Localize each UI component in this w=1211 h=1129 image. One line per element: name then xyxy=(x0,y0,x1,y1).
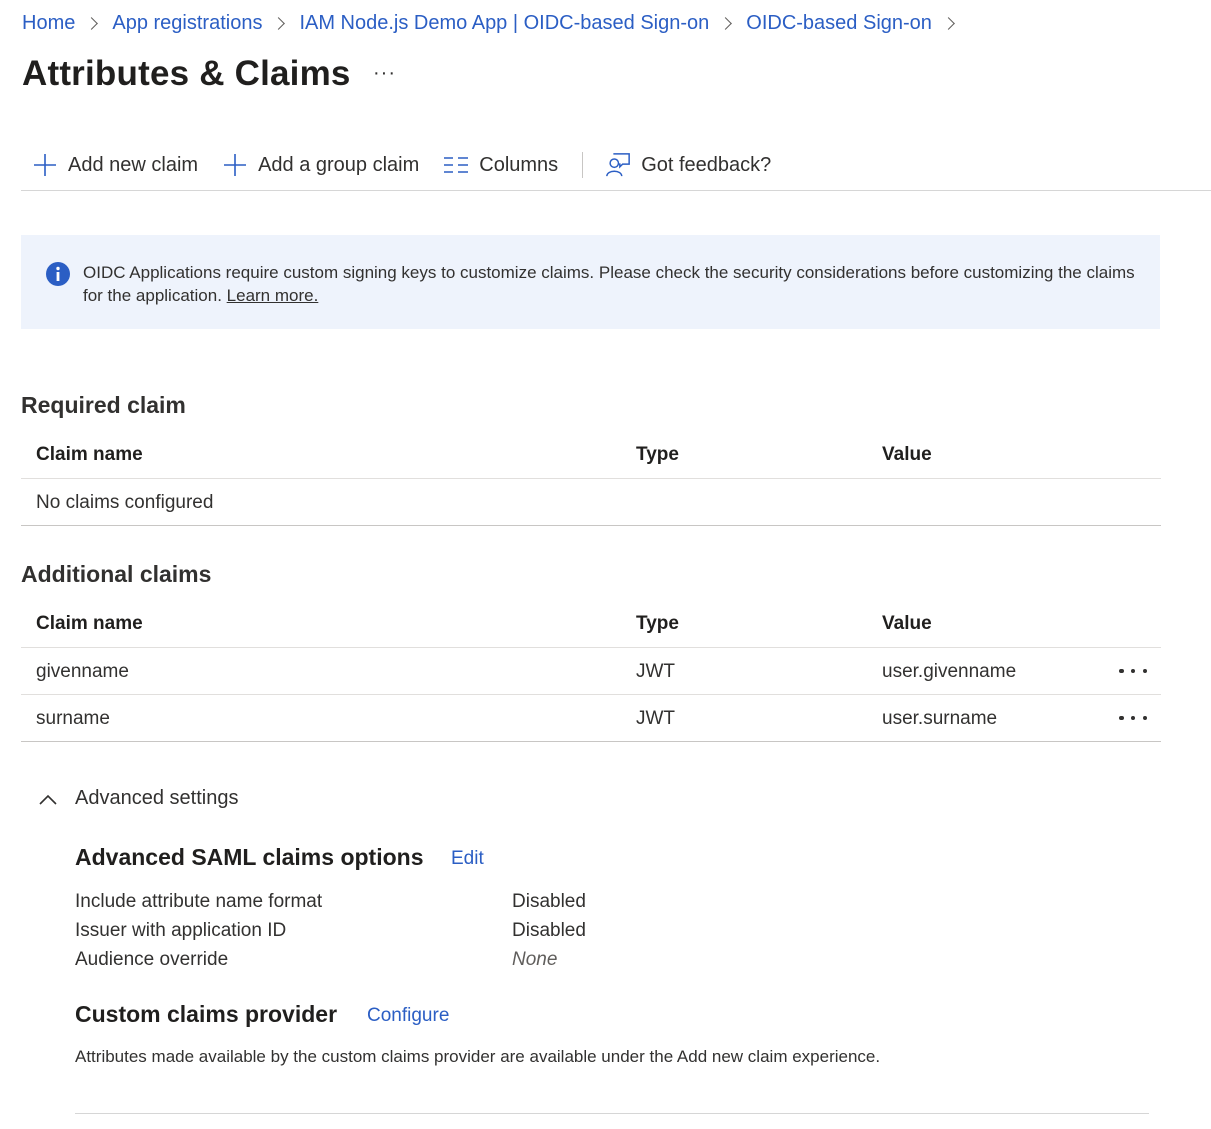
custom-claims-description: Attributes made available by the custom … xyxy=(75,1047,881,1066)
claim-value-cell: user.surname xyxy=(882,708,998,729)
advanced-settings-toggle[interactable]: Advanced settings xyxy=(38,787,238,810)
chevron-right-icon xyxy=(719,17,733,30)
advanced-settings-label: Advanced settings xyxy=(75,787,239,809)
chevron-right-icon xyxy=(942,17,955,30)
issuer-with-app-id-value: Disabled xyxy=(512,920,586,941)
column-header-claim-name[interactable]: Claim name xyxy=(36,613,143,635)
column-header-value[interactable]: Value xyxy=(882,613,932,635)
add-group-claim-button[interactable]: Add a group claim xyxy=(222,141,419,189)
additional-claims-table: Claim name Type Value givenname JWT user… xyxy=(21,600,1161,742)
claim-type-cell: JWT xyxy=(636,708,676,729)
chevron-right-icon xyxy=(85,17,99,30)
info-icon xyxy=(45,261,71,287)
toolbar-divider xyxy=(582,152,584,178)
required-claims-table: Claim name Type Value No claims configur… xyxy=(21,431,1161,526)
got-feedback-label: Got feedback? xyxy=(641,153,772,176)
learn-more-link[interactable]: Learn more. xyxy=(227,286,319,305)
configure-link[interactable]: Configure xyxy=(367,1005,449,1027)
audience-override-label: Audience override xyxy=(75,949,229,970)
column-header-type[interactable]: Type xyxy=(636,613,679,635)
chevron-up-icon xyxy=(39,794,57,805)
breadcrumb: Home App registrations IAM Node.js Demo … xyxy=(22,12,969,35)
columns-button[interactable]: Columns xyxy=(443,141,558,189)
required-claim-title: Required claim xyxy=(21,392,186,418)
custom-claims-provider-title: Custom claims provider xyxy=(75,1001,338,1027)
table-row: No claims configured xyxy=(21,479,1161,526)
table-header-row: Claim name Type Value xyxy=(21,600,1161,648)
audience-override-value: None xyxy=(512,949,558,970)
chevron-right-icon xyxy=(272,17,286,30)
issuer-with-app-id-label: Issuer with application ID xyxy=(75,920,287,941)
section-divider xyxy=(75,1113,1149,1114)
empty-state-text: No claims configured xyxy=(36,492,214,513)
breadcrumb-sign-on[interactable]: OIDC-based Sign-on xyxy=(746,12,932,35)
more-options-button[interactable]: ··· xyxy=(373,62,396,85)
add-new-claim-label: Add new claim xyxy=(68,153,199,176)
command-bar: Add new claim Add a group claim Columns … xyxy=(21,140,1211,191)
table-row[interactable]: givenname JWT user.givenname xyxy=(21,648,1161,695)
claim-type-cell: JWT xyxy=(636,661,676,682)
add-new-claim-button[interactable]: Add new claim xyxy=(32,141,198,189)
feedback-icon xyxy=(605,152,631,178)
breadcrumb-home[interactable]: Home xyxy=(22,12,75,35)
claim-value-cell: user.givenname xyxy=(882,661,1017,682)
column-header-value[interactable]: Value xyxy=(882,444,932,466)
plus-icon xyxy=(32,152,58,178)
table-row[interactable]: surname JWT user.surname xyxy=(21,695,1161,742)
breadcrumb-app[interactable]: IAM Node.js Demo App | OIDC-based Sign-o… xyxy=(299,12,709,35)
include-attribute-name-format-label: Include attribute name format xyxy=(75,891,323,912)
columns-icon xyxy=(443,152,469,178)
plus-icon xyxy=(222,152,248,178)
column-header-type[interactable]: Type xyxy=(636,444,679,466)
table-header-row: Claim name Type Value xyxy=(21,431,1161,479)
saml-options-title: Advanced SAML claims options xyxy=(75,844,424,870)
additional-claims-title: Additional claims xyxy=(21,561,212,587)
row-more-icon[interactable] xyxy=(1119,656,1147,686)
page-title: Attributes & Claims xyxy=(22,54,351,93)
got-feedback-button[interactable]: Got feedback? xyxy=(605,141,771,189)
edit-saml-options-link[interactable]: Edit xyxy=(451,848,484,870)
claim-name-cell: givenname xyxy=(36,661,129,682)
info-message-text: OIDC Applications require custom signing… xyxy=(83,261,1140,329)
info-message-bar: OIDC Applications require custom signing… xyxy=(21,235,1160,329)
include-attribute-name-format-value: Disabled xyxy=(512,891,586,912)
row-more-icon[interactable] xyxy=(1119,703,1147,733)
claim-name-cell: surname xyxy=(36,708,110,729)
columns-label: Columns xyxy=(479,153,559,176)
column-header-claim-name[interactable]: Claim name xyxy=(36,444,143,466)
breadcrumb-app-registrations[interactable]: App registrations xyxy=(112,12,262,35)
add-group-claim-label: Add a group claim xyxy=(258,153,420,176)
